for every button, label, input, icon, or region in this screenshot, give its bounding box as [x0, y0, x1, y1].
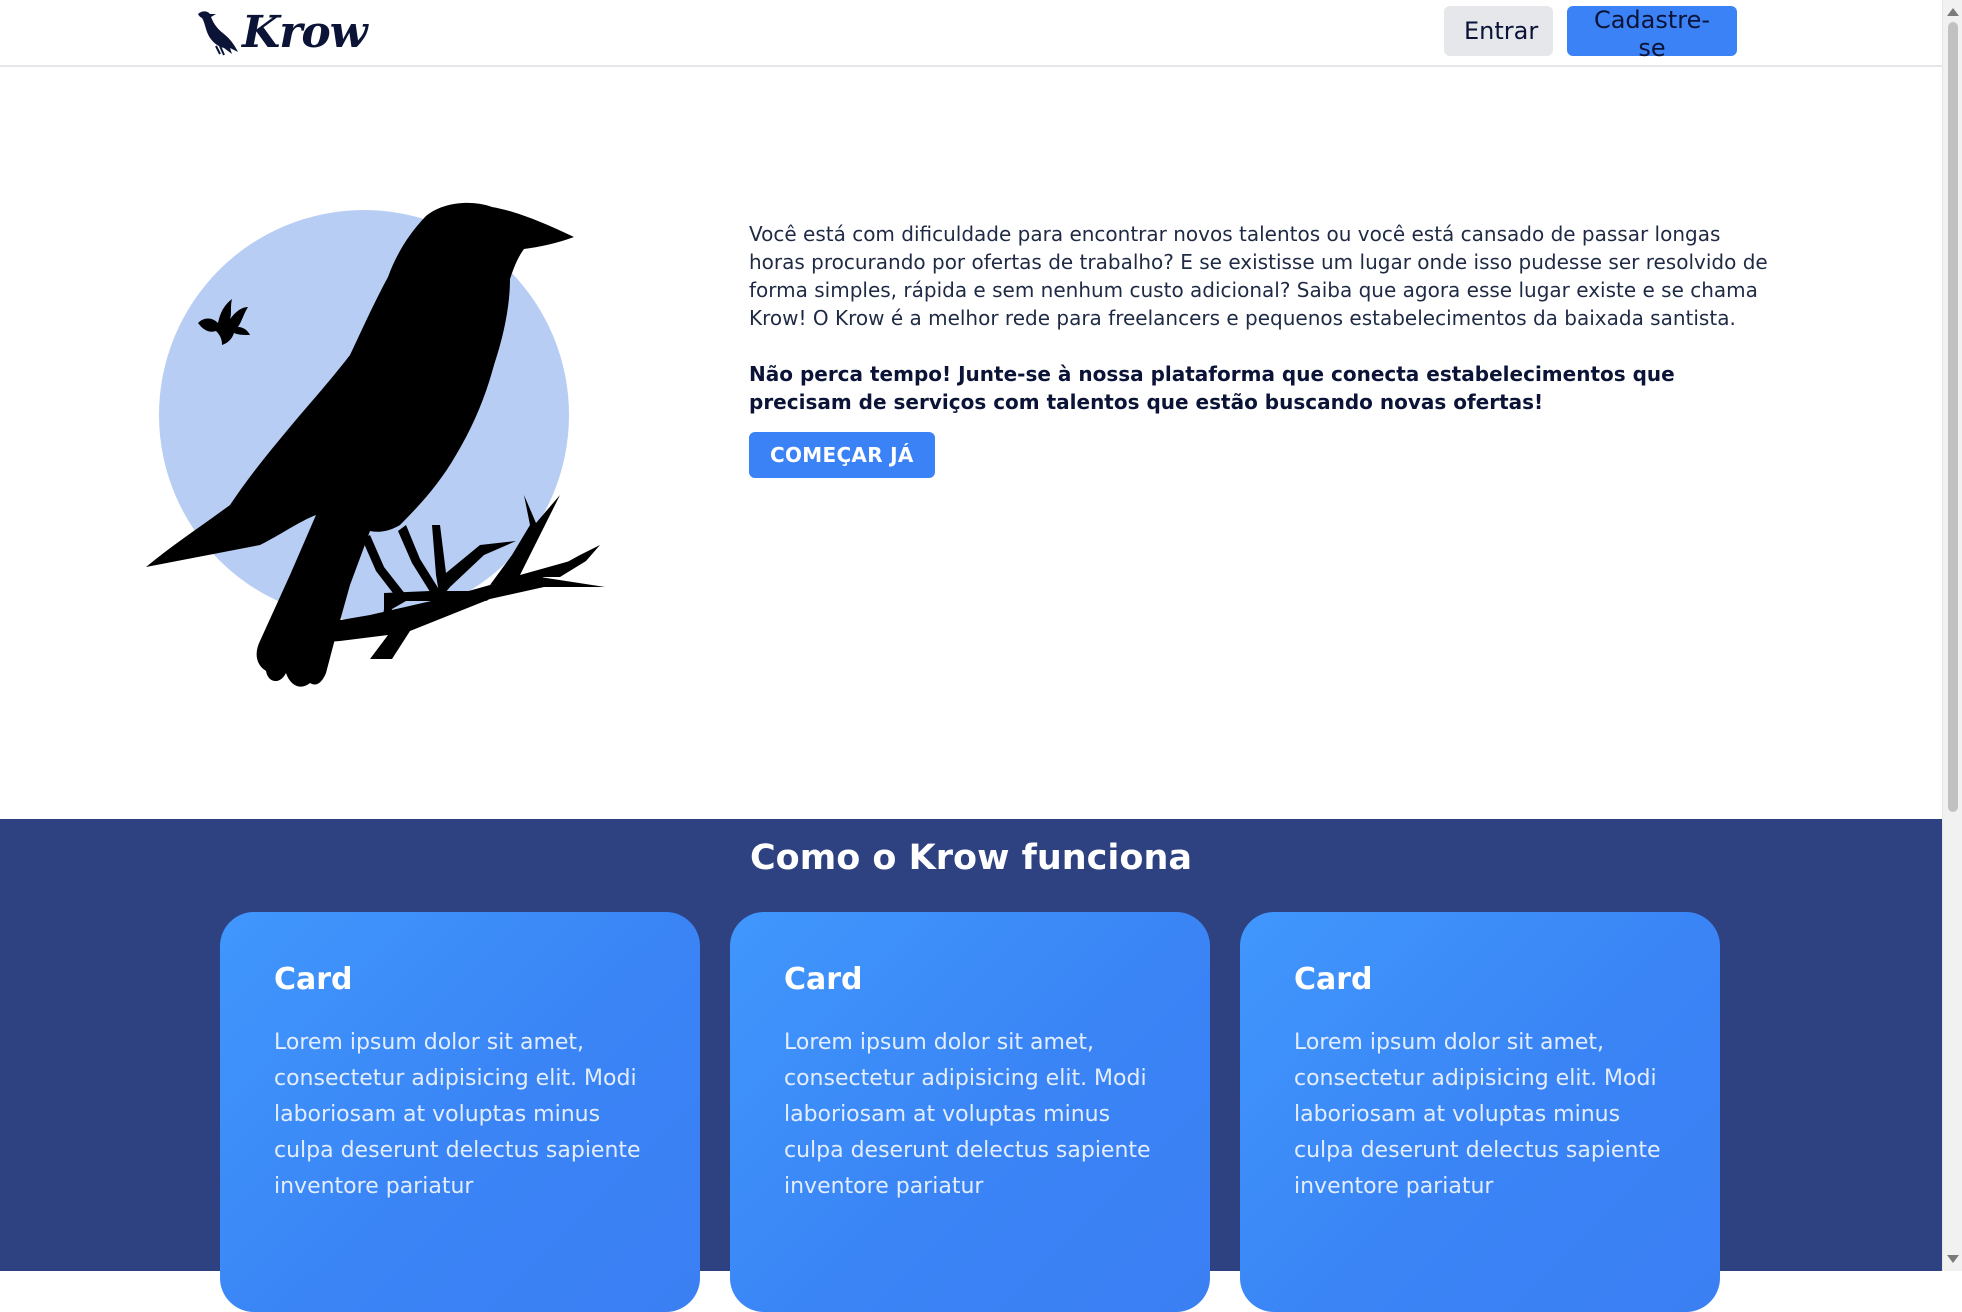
- hero-illustration: [140, 195, 610, 690]
- crow-logo-icon: [198, 11, 238, 56]
- vertical-scrollbar[interactable]: [1942, 0, 1962, 1271]
- feature-card: Card Lorem ipsum dolor sit amet, consect…: [730, 912, 1210, 1312]
- section-title: Como o Krow funciona: [750, 838, 1192, 878]
- hero-content: Você está com dificuldade para encontrar…: [749, 220, 1773, 478]
- start-now-button[interactable]: COMEÇAR JÁ: [749, 432, 935, 478]
- logo-wordmark: Krow: [242, 6, 368, 58]
- how-it-works-section: Como o Krow funciona Card Lorem ipsum do…: [0, 819, 1942, 1312]
- scroll-down-arrow-icon[interactable]: [1947, 1255, 1959, 1263]
- scroll-up-arrow-icon[interactable]: [1947, 8, 1959, 16]
- login-button[interactable]: Entrar: [1444, 6, 1553, 56]
- scrollbar-thumb[interactable]: [1948, 22, 1958, 812]
- card-title: Card: [784, 962, 863, 997]
- feature-card: Card Lorem ipsum dolor sit amet, consect…: [220, 912, 700, 1312]
- signup-button[interactable]: Cadastre-se: [1567, 6, 1737, 62]
- navbar: Krow Entrar Cadastre-se: [0, 0, 1942, 67]
- card-body: Lorem ipsum dolor sit amet, consectetur …: [784, 1030, 1151, 1199]
- card-title: Card: [274, 962, 353, 997]
- hero-highlight: Não perca tempo! Junte-se à nossa plataf…: [749, 362, 1675, 414]
- hero-description: Você está com dificuldade para encontrar…: [749, 222, 1768, 330]
- logo[interactable]: Krow: [196, 4, 368, 60]
- card-title: Card: [1294, 962, 1373, 997]
- card-body: Lorem ipsum dolor sit amet, consectetur …: [1294, 1030, 1661, 1199]
- card-body: Lorem ipsum dolor sit amet, consectetur …: [274, 1030, 641, 1199]
- feature-card: Card Lorem ipsum dolor sit amet, consect…: [1240, 912, 1720, 1312]
- crow-illustration-icon: [146, 202, 605, 687]
